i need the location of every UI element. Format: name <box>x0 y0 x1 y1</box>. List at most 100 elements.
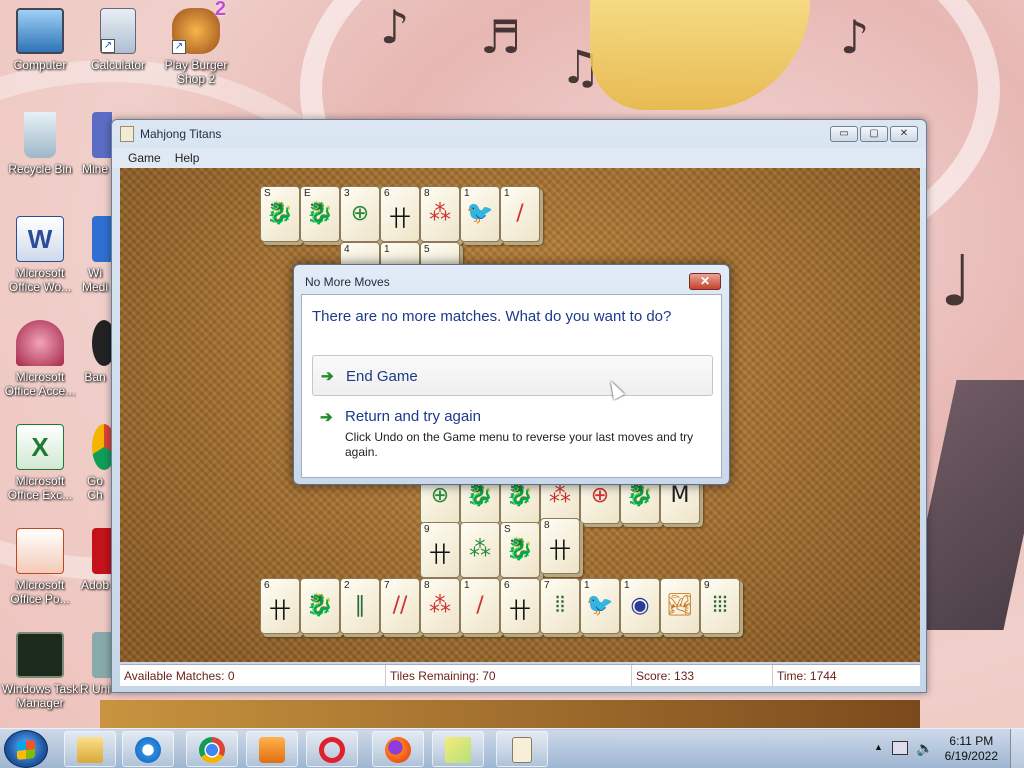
mahjong-tile[interactable]: 9 ⦙⦙⦙ <box>700 578 740 634</box>
menu-help[interactable]: Help <box>175 151 200 165</box>
show-hidden-icons-icon[interactable]: ▲ <box>874 742 883 752</box>
desktop-icon-mine[interactable]: Mine <box>78 112 112 176</box>
mahjong-tile[interactable]: 7 ⦙⦙ <box>540 578 580 634</box>
mahjong-tile[interactable]: 8卄 <box>540 518 580 574</box>
task-manager-icon <box>16 632 64 678</box>
desktop-icon-label: Recycle Bin <box>8 162 72 176</box>
taskbar-media-player[interactable] <box>246 731 298 767</box>
windows-logo-icon <box>17 740 35 760</box>
start-button[interactable] <box>4 730 48 768</box>
powerpoint-icon <box>16 528 64 574</box>
mahjong-tile[interactable]: 8 ⁂ <box>420 578 460 634</box>
close-button[interactable]: ✕ <box>890 126 918 142</box>
window-title: Mahjong Titans <box>140 127 222 141</box>
calculator-icon: ↗ <box>100 8 136 54</box>
mahjong-tile[interactable]: 6卄 <box>380 186 420 242</box>
access-icon <box>16 320 64 366</box>
minimize-button[interactable]: ▭ <box>830 126 858 142</box>
mahjong-tile[interactable]: 🐉 <box>300 578 340 634</box>
minesweeper-icon <box>92 112 112 158</box>
mahjong-tile[interactable]: 8 ⁂ <box>420 186 460 242</box>
desktop-icon-calculator[interactable]: ↗ Calculator <box>78 8 158 72</box>
score: Score: 133 <box>632 665 773 686</box>
window-titlebar[interactable]: Mahjong Titans <box>112 120 926 148</box>
mahjong-app-icon <box>120 126 134 142</box>
desktop-icon-computer[interactable]: Computer <box>0 8 80 72</box>
taskbar-firefox[interactable] <box>372 731 424 767</box>
desktop-icon-label: Adob <box>80 578 110 592</box>
status-bar: Available Matches: 0 Tiles Remaining: 70… <box>120 664 920 686</box>
desktop-icon-bandicam[interactable]: Ban <box>78 320 112 384</box>
clock[interactable]: 6:11 PM 6/19/2022 <box>945 734 998 764</box>
mahjong-tile[interactable]: E 🐉 <box>300 186 340 242</box>
tiles-remaining: Tiles Remaining: 70 <box>386 665 632 686</box>
desktop-icon-label: Calculator <box>90 58 146 72</box>
mahjong-tile[interactable]: ⁂ <box>460 522 500 578</box>
opera-icon <box>319 737 345 763</box>
maximize-button[interactable]: ▢ <box>860 126 888 142</box>
desktop-icon-media[interactable]: Wi Medi <box>78 216 112 294</box>
desktop-icon-label: Ban <box>84 370 106 384</box>
mahjong-tile[interactable]: 9卄 <box>420 522 460 578</box>
mahjong-tile[interactable]: 🏞 <box>660 578 700 634</box>
arrow-right-icon: ➔ <box>320 409 333 426</box>
firefox-icon <box>385 737 411 763</box>
dialog-title: No More Moves <box>305 275 390 289</box>
taskbar: ▲ 🔈 6:11 PM 6/19/2022 <box>0 728 1024 768</box>
google-chrome-icon <box>92 424 112 470</box>
mahjong-tile[interactable]: 1/ <box>500 186 540 242</box>
mahjong-tile[interactable]: S 🐉 <box>500 522 540 578</box>
network-icon[interactable] <box>892 741 908 755</box>
media-player-icon <box>92 216 112 262</box>
dialog-close-button[interactable]: ✕ <box>689 273 721 290</box>
taskbar-sticky-notes[interactable] <box>432 731 484 767</box>
taskbar-opera[interactable] <box>306 731 358 767</box>
media-icon <box>259 737 285 763</box>
uninstaller-icon <box>92 632 112 678</box>
available-matches: Available Matches: 0 <box>120 665 386 686</box>
mahjong-tile[interactable]: 7// <box>380 578 420 634</box>
taskbar-internet-explorer[interactable] <box>122 731 174 767</box>
mahjong-tile[interactable]: 1 🐦 <box>460 186 500 242</box>
return-try-again-description: Click Undo on the Game menu to reverse y… <box>345 430 694 459</box>
mahjong-tile[interactable]: 1/ <box>460 578 500 634</box>
desktop-icon-adobe[interactable]: Adob <box>78 528 112 592</box>
word-icon: W <box>16 216 64 262</box>
end-game-button[interactable]: ➔ End Game <box>312 355 713 396</box>
menu-bar: Game Help <box>112 148 926 168</box>
desktop-icon-access[interactable]: Microsoft Office Acce... <box>0 320 80 398</box>
mahjong-tile[interactable]: 6卄 <box>500 578 540 634</box>
show-desktop-button[interactable] <box>1010 729 1024 768</box>
desktop-icon-excel[interactable]: X Microsoft Office Exc... <box>0 424 80 502</box>
dialog-body: There are no more matches. What do you w… <box>301 294 722 478</box>
mahjong-tile[interactable]: S 🐉 <box>260 186 300 242</box>
return-try-again-button[interactable]: ➔ Return and try again Click Undo on the… <box>312 401 713 461</box>
desktop-icon-label: Go Ch <box>86 474 103 502</box>
desktop-icon-task-manager[interactable]: Windows Task Manager <box>0 632 80 710</box>
desktop-icon-chrome[interactable]: Go Ch <box>78 424 112 502</box>
mahjong-tile[interactable]: 3 ⊕ <box>340 186 380 242</box>
desktop-icon-powerpoint[interactable]: Microsoft Office Po... <box>0 528 80 606</box>
desktop-icon-label: Computer <box>13 58 67 72</box>
menu-game[interactable]: Game <box>128 151 161 165</box>
taskbar-chrome[interactable] <box>186 731 238 767</box>
desktop-icon-recycle-bin[interactable]: Recycle Bin <box>0 112 80 176</box>
mahjong-tile[interactable]: 1 🐦 <box>580 578 620 634</box>
adobe-icon <box>92 528 112 574</box>
sticky-notes-icon <box>445 737 471 763</box>
mahjong-tile[interactable]: 2 ∥ <box>340 578 380 634</box>
desktop-icon-label: Windows Task Manager <box>1 682 79 710</box>
burger-shop-icon: ↗ 2 <box>172 0 226 54</box>
mahjong-tile[interactable]: 6卄 <box>260 578 300 634</box>
taskbar-mahjong-titans[interactable] <box>496 731 548 767</box>
volume-icon[interactable]: 🔈 <box>916 740 933 757</box>
desktop-icon-burger-shop[interactable]: ↗ 2 Play Burger Shop 2 <box>156 0 236 86</box>
desktop-icon-word[interactable]: W Microsoft Office Wo... <box>0 216 80 294</box>
clock-time: 6:11 PM <box>949 734 994 748</box>
mahjong-tile[interactable]: 1 ◉ <box>620 578 660 634</box>
desktop-icon-label: Microsoft Office Exc... <box>7 474 73 502</box>
taskbar-file-explorer[interactable] <box>64 731 116 767</box>
desktop-icon-uninstaller[interactable]: R Uni <box>78 632 112 696</box>
ie-icon <box>135 737 161 763</box>
badge: 2 <box>214 0 226 20</box>
